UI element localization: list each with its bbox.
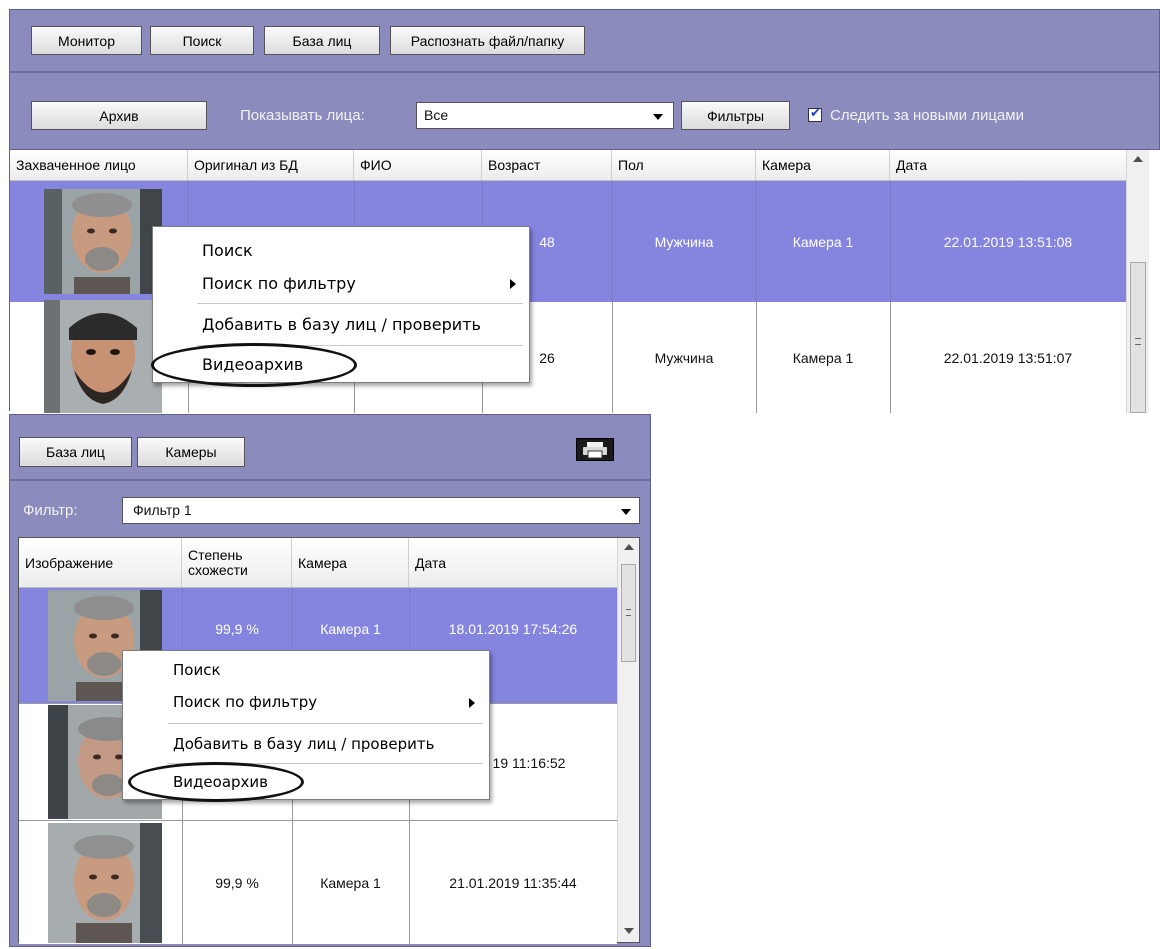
show-faces-label: Показывать лица: (240, 107, 365, 124)
face-icon (48, 823, 162, 943)
face-icon (44, 189, 162, 294)
search-button[interactable]: Поиск (150, 26, 254, 55)
menu-item-search[interactable]: Поиск (202, 241, 529, 260)
grip-icon (1135, 338, 1141, 345)
face-icon (44, 300, 162, 413)
col-original-db[interactable]: Оригинал из БД (188, 150, 354, 180)
col-camera[interactable]: Камера (292, 538, 409, 587)
menu-item-search-by-filter[interactable]: Поиск по фильтру (173, 693, 489, 711)
col-similarity[interactable]: Степень схожести (182, 538, 292, 587)
print-icon[interactable] (576, 438, 614, 461)
col-full-name[interactable]: ФИО (354, 150, 482, 180)
scroll-up-icon[interactable] (624, 544, 634, 550)
vertical-scrollbar[interactable] (1126, 150, 1149, 413)
menu-separator (168, 723, 483, 724)
scroll-down-icon[interactable] (624, 928, 634, 934)
menu-separator (197, 303, 523, 304)
submenu-arrow-icon (469, 698, 475, 708)
archive-button[interactable]: Архив (31, 101, 207, 130)
grip-icon (626, 609, 631, 616)
tab-face-base[interactable]: База лиц (19, 437, 132, 467)
checkmark-icon: ✔ (810, 106, 821, 121)
col-date[interactable]: Дата (890, 150, 1126, 180)
col-date[interactable]: Дата (409, 538, 617, 587)
highlight-ring (128, 762, 304, 802)
col-gender[interactable]: Пол (612, 150, 756, 180)
similarity-cell: 99,9 % (215, 875, 259, 891)
menu-item-search-by-filter[interactable]: Поиск по фильтру (202, 274, 529, 293)
date-cell: 22.01.2019 13:51:07 (943, 349, 1073, 366)
filter-value: Фильтр 1 (133, 502, 192, 518)
face-base-button[interactable]: База лиц (264, 26, 380, 55)
menu-item-add-to-face-base[interactable]: Добавить в базу лиц / проверить (202, 315, 529, 334)
gender-cell: Мужчина (654, 233, 714, 250)
faces-table-header: Захваченное лицо Оригинал из БД ФИО Возр… (10, 150, 1126, 181)
results-table-header: Изображение Степень схожести Камера Дата (19, 538, 617, 588)
scroll-up-icon[interactable] (1133, 156, 1143, 162)
date-cell: 21.01.2019 11:35:44 (449, 875, 577, 891)
vertical-scrollbar[interactable] (617, 538, 639, 942)
show-faces-select[interactable]: Все (416, 102, 674, 129)
submenu-arrow-icon (510, 279, 516, 289)
col-similarity-label: Степень схожести (188, 546, 248, 578)
date-cell: 19 11:16:52 (492, 754, 566, 771)
scrollbar-thumb[interactable] (1130, 262, 1146, 413)
follow-new-faces-checkbox[interactable]: ✔ (808, 106, 822, 122)
scrollbar-thumb[interactable] (621, 564, 636, 662)
toolbar-divider (10, 71, 1159, 73)
show-faces-value: Все (424, 107, 449, 123)
col-captured-face[interactable]: Захваченное лицо (10, 150, 188, 180)
menu-item-add-to-face-base[interactable]: Добавить в базу лиц / проверить (173, 735, 489, 753)
chevron-down-icon (653, 114, 663, 120)
camera-cell: Камера 1 (792, 349, 854, 366)
tab-cameras[interactable]: Камеры (137, 437, 245, 467)
col-age[interactable]: Возраст (482, 150, 612, 180)
filter-label: Фильтр: (23, 502, 78, 519)
date-cell: 22.01.2019 13:51:08 (943, 233, 1073, 250)
camera-cell: Камера 1 (792, 233, 854, 250)
chevron-down-icon (621, 509, 631, 515)
filter-select[interactable]: Фильтр 1 (122, 497, 640, 524)
col-camera[interactable]: Камера (756, 150, 890, 180)
camera-cell: Камера 1 (320, 875, 381, 891)
follow-new-faces-label: Следить за новыми лицами (830, 107, 1024, 124)
highlight-ring (151, 343, 357, 387)
recognize-file-button[interactable]: Распознать файл/папку (390, 26, 585, 55)
menu-item-search[interactable]: Поиск (173, 661, 489, 679)
toolbar-divider (10, 479, 650, 481)
col-image[interactable]: Изображение (19, 538, 182, 587)
filters-button[interactable]: Фильтры (681, 101, 790, 130)
gender-cell: Мужчина (654, 349, 714, 366)
table-row[interactable]: 99,9 % Камера 1 21.01.2019 11:35:44 (19, 820, 617, 944)
monitor-button[interactable]: Монитор (31, 26, 142, 55)
